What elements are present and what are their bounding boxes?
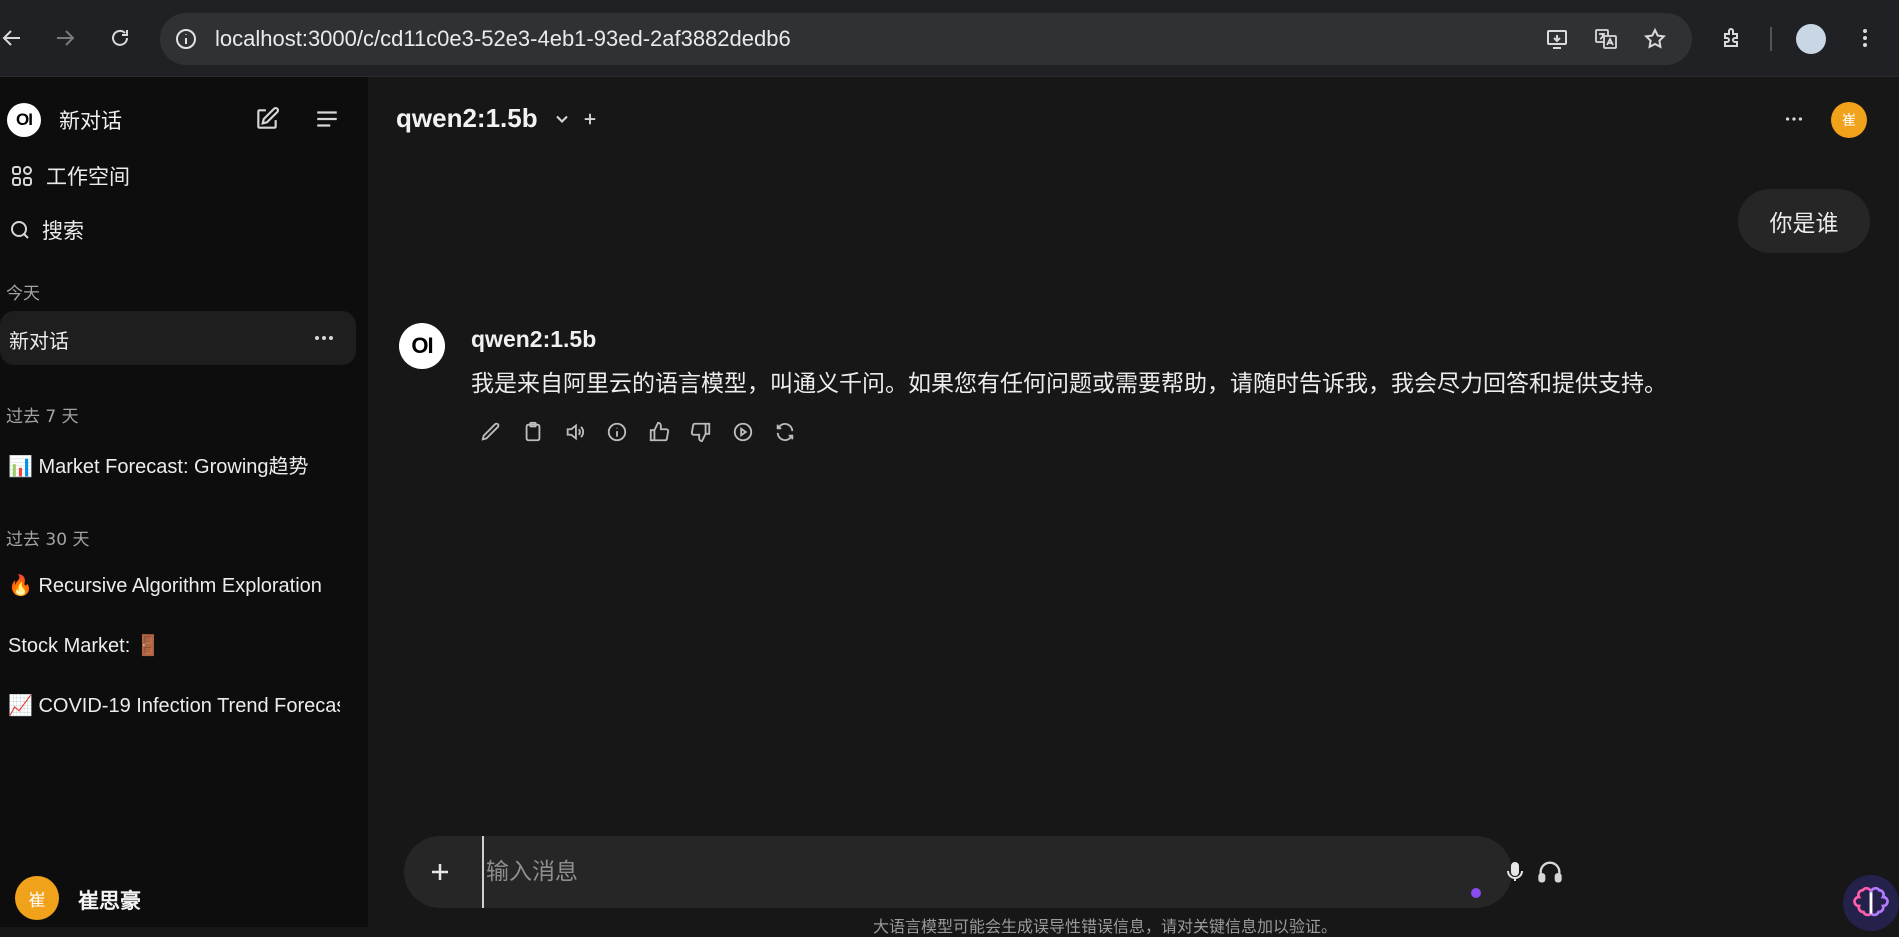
thumbs-down-icon[interactable]	[686, 417, 716, 447]
regenerate-icon[interactable]	[770, 417, 800, 447]
chat-item-stock-market[interactable]: Stock Market: 🚪	[8, 633, 340, 658]
workspace-icon	[7, 161, 37, 191]
thumbs-up-icon[interactable]	[644, 417, 674, 447]
sidebar-item-search[interactable]: 搜索	[0, 210, 84, 250]
site-info-icon[interactable]	[170, 23, 202, 55]
new-chat-link[interactable]: 新对话	[59, 105, 122, 135]
add-model-icon[interactable]	[576, 105, 604, 133]
message-composer: 输入消息	[404, 836, 1523, 908]
attach-plus-icon[interactable]	[424, 856, 456, 888]
assistant-message-text: 我是来自阿里云的语言模型，叫通义千问。如果您有任何问题或需要帮助，请随时告诉我，…	[471, 371, 1667, 397]
continue-icon[interactable]	[728, 417, 758, 447]
sidebar-toggle-icon[interactable]	[312, 104, 342, 134]
address-bar[interactable]: localhost:3000/c/cd11c0e3-52e3-4eb1-93ed…	[160, 13, 1692, 65]
copy-icon[interactable]	[518, 417, 548, 447]
user-name[interactable]: 崔思豪	[78, 885, 141, 915]
group-label-today: 今天	[6, 284, 40, 304]
install-app-icon[interactable]	[1543, 25, 1571, 53]
translate-icon[interactable]	[1592, 25, 1620, 53]
chevron-down-icon[interactable]	[548, 105, 576, 133]
browser-menu-icon[interactable]	[1849, 22, 1881, 54]
browser-toolbar: localhost:3000/c/cd11c0e3-52e3-4eb1-93ed…	[0, 0, 1899, 77]
url-text: localhost:3000/c/cd11c0e3-52e3-4eb1-93ed…	[215, 26, 791, 51]
group-label-30-days: 过去 30 天	[6, 530, 90, 550]
info-icon[interactable]	[602, 417, 632, 447]
chat-item-covid[interactable]: 📈 COVID-19 Infection Trend Forecast	[8, 693, 340, 718]
chat-item-market-forecast[interactable]: 📊 Market Forecast: Growing趋势	[8, 450, 340, 479]
chat-item-recursive[interactable]: 🔥 Recursive Algorithm Exploration	[8, 573, 340, 598]
group-label-7-days: 过去 7 天	[6, 407, 79, 427]
assistant-avatar: OI	[399, 323, 445, 369]
brain-icon[interactable]	[1843, 875, 1899, 931]
toolbar-divider	[1770, 27, 1772, 51]
sidebar: OI 新对话 工作空间 搜索 今天 新对话 过去 7 天 📊 Market Fo…	[0, 77, 368, 927]
app-logo: OI	[7, 103, 41, 137]
edit-icon[interactable]	[476, 417, 506, 447]
more-options-icon[interactable]	[1780, 105, 1808, 133]
headset-icon[interactable]	[1530, 852, 1570, 892]
chat-item-active[interactable]: 新对话	[0, 311, 356, 365]
browser-profile-avatar[interactable]	[1796, 24, 1826, 54]
microphone-icon[interactable]	[1498, 855, 1532, 889]
new-chat-edit-icon[interactable]	[252, 104, 282, 134]
message-input[interactable]: 输入消息	[482, 836, 1386, 908]
header-user-avatar[interactable]: 崔	[1831, 102, 1867, 138]
status-dot	[1471, 888, 1481, 898]
reload-icon[interactable]	[104, 22, 136, 54]
forward-icon[interactable]	[49, 22, 81, 54]
read-aloud-icon[interactable]	[560, 417, 590, 447]
search-icon	[5, 215, 35, 245]
extensions-icon[interactable]	[1716, 22, 1748, 54]
disclaimer-text: 大语言模型可能会生成误导性错误信息，请对关键信息加以验证。	[873, 917, 1338, 936]
sidebar-item-workspace[interactable]: 工作空间	[0, 156, 130, 196]
bookmark-star-icon[interactable]	[1641, 25, 1669, 53]
workspace-label: 工作空间	[46, 165, 130, 189]
assistant-name: qwen2:1.5b	[471, 326, 597, 352]
user-message-bubble: 你是谁	[1738, 189, 1870, 253]
model-selector-label[interactable]: qwen2:1.5b	[396, 103, 538, 134]
user-avatar[interactable]: 崔	[15, 876, 59, 920]
chat-main: qwen2:1.5b 崔 你是谁 OI qwen2:1.5b 我是来自阿里云的语…	[368, 77, 1899, 936]
chat-title: 新对话	[9, 331, 69, 353]
chat-options-icon[interactable]	[309, 323, 339, 353]
back-icon[interactable]	[0, 22, 28, 54]
search-label: 搜索	[42, 219, 84, 243]
